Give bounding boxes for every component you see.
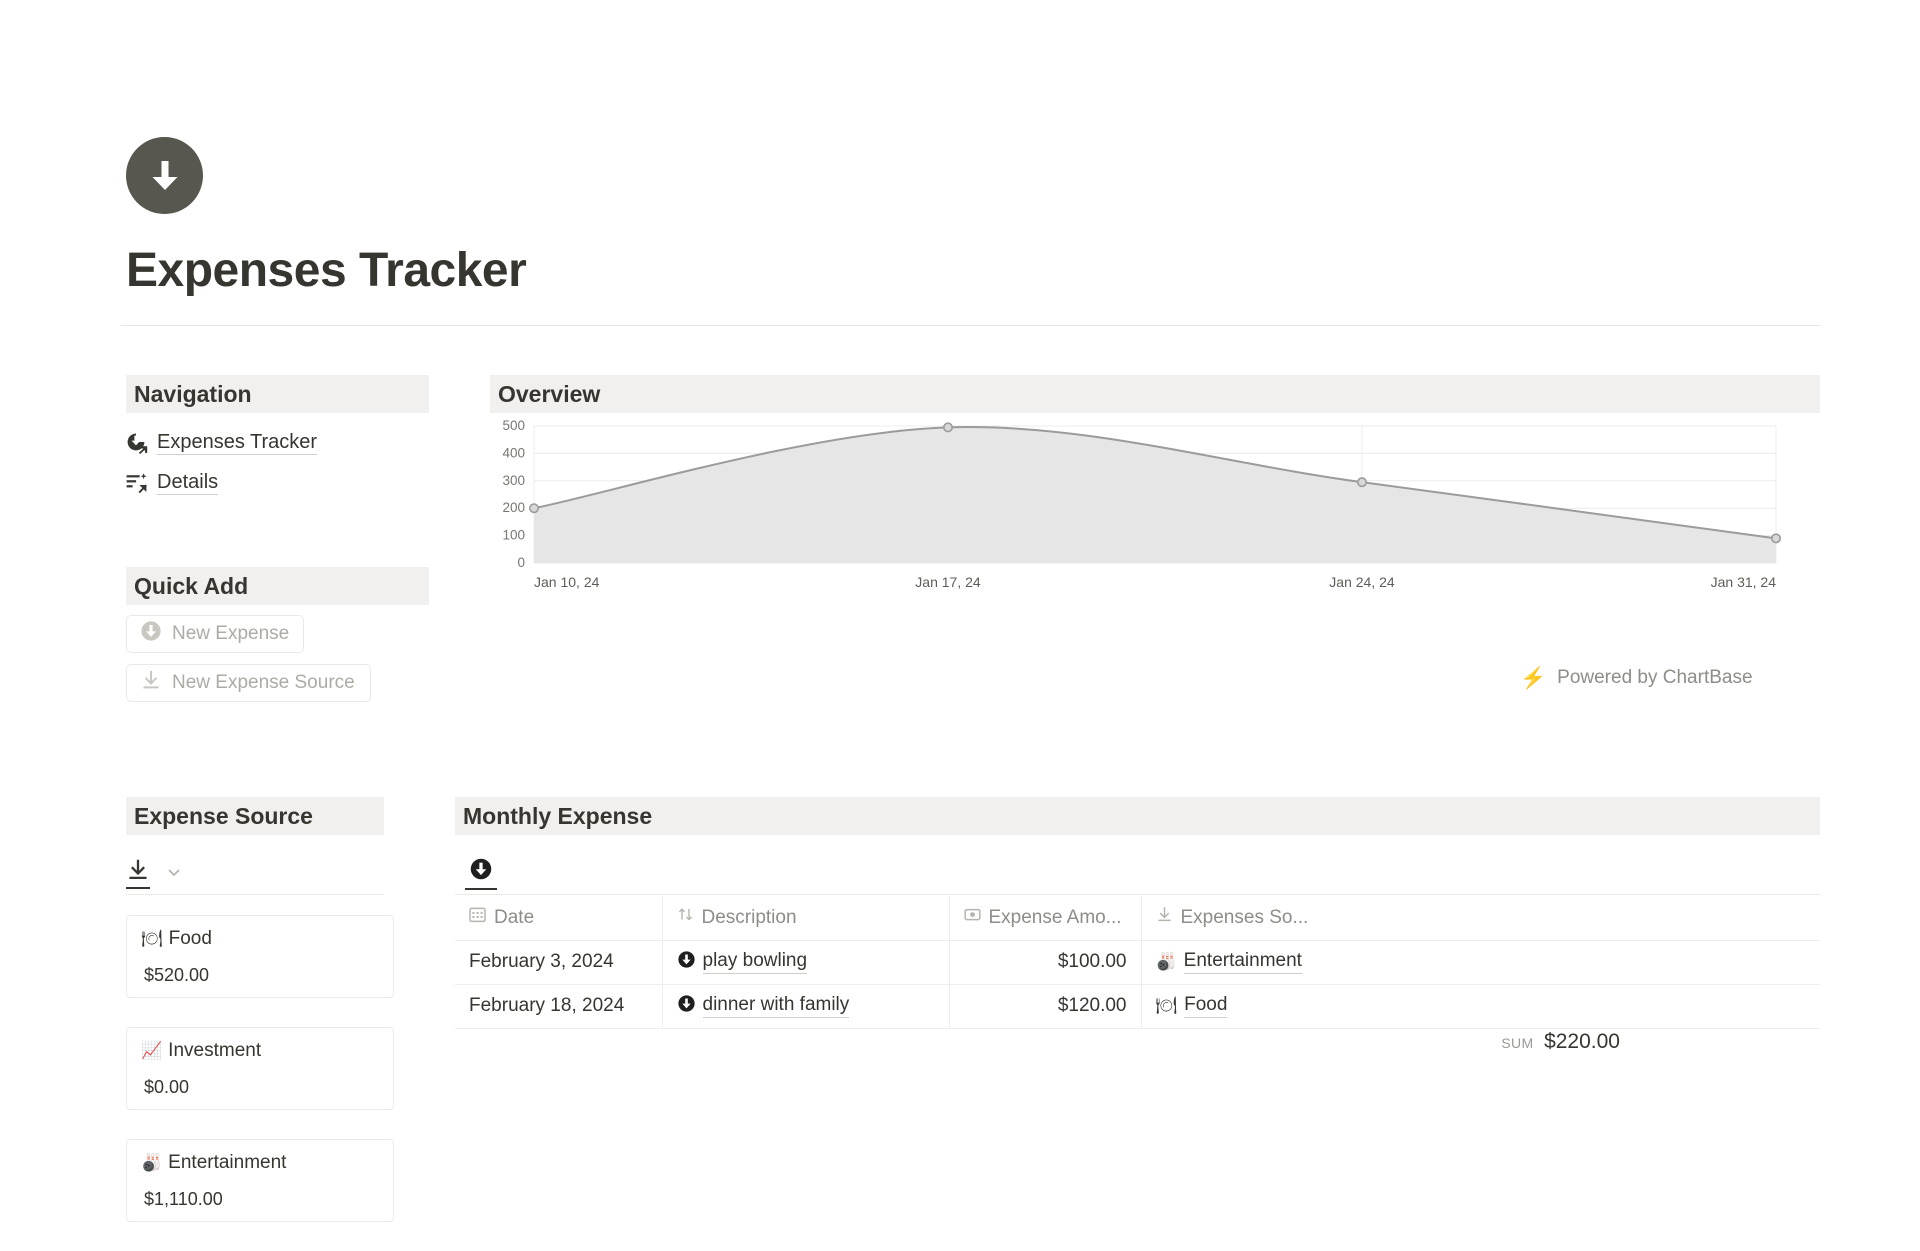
- expense-link-icon: [126, 432, 148, 455]
- monthly-expense-section-header: Monthly Expense: [455, 797, 1820, 835]
- table-header-row: Date Description Expense Amo... Expenses…: [455, 896, 1820, 941]
- table-body: February 3, 2024 play bowling $100.00 🎳 …: [455, 940, 1820, 1029]
- entertainment-emoji-icon: 🎳: [1155, 952, 1177, 972]
- expense-source-section-header: Expense Source: [126, 797, 384, 835]
- calendar-icon: [469, 906, 486, 929]
- expense-source-name: Investment: [168, 1040, 262, 1061]
- svg-text:400: 400: [502, 445, 525, 460]
- column-header-date[interactable]: Date: [455, 896, 662, 941]
- entertainment-emoji-icon: 🎳: [141, 1153, 163, 1174]
- cell-description[interactable]: play bowling: [661, 940, 949, 985]
- monthly-expense-toolbar: [455, 849, 1820, 895]
- page-title: Expenses Tracker: [126, 244, 527, 297]
- quick-add-buttons: New Expense New Expense Source: [126, 615, 371, 713]
- expense-source-name-row: 🍽 Food: [141, 928, 379, 951]
- title-divider: [121, 325, 1821, 326]
- svg-text:200: 200: [502, 500, 525, 515]
- cell-description-label: dinner with family: [702, 994, 850, 1018]
- column-header-label: Expenses So...: [1180, 906, 1309, 928]
- chevron-down-icon[interactable]: [164, 862, 184, 882]
- cell-date: February 18, 2024: [455, 984, 662, 1029]
- svg-text:100: 100: [502, 528, 525, 543]
- cell-expense-amount: $100.00: [948, 940, 1141, 985]
- column-header-description[interactable]: Description: [661, 896, 949, 941]
- expense-source-card[interactable]: 📈 Investment $0.00: [126, 1027, 394, 1110]
- column-header-label: Date: [494, 906, 535, 928]
- circle-down-arrow-icon: [140, 620, 162, 648]
- lightning-bolt-icon: ⚡: [1520, 666, 1547, 690]
- column-header-expenses-source[interactable]: Expenses So...: [1140, 896, 1820, 941]
- cell-expenses-source-label: Food: [1184, 994, 1228, 1018]
- quick-add-section-header: Quick Add: [126, 567, 429, 605]
- sort-icon: [677, 906, 694, 929]
- circle-down-arrow-icon: [126, 137, 203, 214]
- expense-source-card-list: 🍽 Food $520.00 📈 Investment $0.00 🎳 Ente…: [126, 915, 394, 1251]
- cell-description[interactable]: dinner with family: [661, 984, 949, 1029]
- expense-source-card[interactable]: 🍽 Food $520.00: [126, 915, 394, 998]
- svg-text:500: 500: [502, 418, 525, 433]
- money-icon: [963, 906, 981, 929]
- navigation-list: Expenses Tracker Details: [126, 423, 446, 503]
- table-row[interactable]: February 18, 2024 dinner with family $12…: [455, 984, 1820, 1029]
- table-sum-row: SUM $220.00: [455, 1030, 1620, 1054]
- expense-source-card[interactable]: 🎳 Entertainment $1,110.00: [126, 1139, 394, 1222]
- expense-source-toolbar: [126, 849, 384, 895]
- powered-by-chartbase: ⚡ Powered by ChartBase: [1520, 667, 1753, 689]
- column-header-label: Expense Amo...: [988, 906, 1122, 928]
- food-emoji-icon: 🍽: [1155, 996, 1178, 1016]
- svg-text:Jan 10, 24: Jan 10, 24: [534, 574, 600, 590]
- table-header: Date Description Expense Amo... Expenses…: [455, 896, 1820, 941]
- cell-date: February 3, 2024: [455, 940, 662, 985]
- svg-text:300: 300: [502, 473, 525, 488]
- sum-label: SUM: [1501, 1035, 1534, 1051]
- column-header-expense-amount[interactable]: Expense Amo...: [948, 896, 1141, 941]
- new-expense-label: New Expense: [172, 623, 290, 644]
- table-row[interactable]: February 3, 2024 play bowling $100.00 🎳 …: [455, 940, 1820, 985]
- cell-expenses-source[interactable]: 🍽 Food: [1140, 984, 1820, 1029]
- download-icon: [140, 669, 162, 697]
- expense-source-amount: $0.00: [144, 1076, 190, 1097]
- circle-down-arrow-icon: [677, 950, 696, 975]
- expense-source-name-row: 📈 Investment: [141, 1040, 379, 1063]
- new-expense-source-label: New Expense Source: [172, 672, 355, 693]
- new-expense-source-button[interactable]: New Expense Source: [126, 664, 371, 702]
- svg-text:0: 0: [517, 555, 525, 570]
- sidebar-item-label: Expenses Tracker: [157, 431, 318, 455]
- circle-down-arrow-icon: [677, 994, 696, 1019]
- sidebar-item-label: Details: [157, 471, 219, 495]
- svg-text:Jan 17, 24: Jan 17, 24: [915, 574, 981, 590]
- powered-by-label: Powered by ChartBase: [1557, 667, 1753, 688]
- expense-source-tab-download-icon[interactable]: [126, 855, 150, 889]
- cell-description-label: play bowling: [702, 950, 808, 974]
- svg-text:Jan 31, 24: Jan 31, 24: [1711, 574, 1777, 590]
- overview-area-chart: 0 100 200 300 400 500 Jan 10, 24 Jan 17, 24 Jan …: [490, 418, 1820, 603]
- monthly-expense-table: Date Description Expense Amo... Expenses…: [455, 896, 1820, 1029]
- details-link-icon: [126, 472, 148, 494]
- expense-source-name: Entertainment: [168, 1152, 287, 1173]
- overview-section-header: Overview: [490, 375, 1820, 413]
- svg-text:Jan 24, 24: Jan 24, 24: [1329, 574, 1395, 590]
- monthly-expense-tab-circle-down-arrow-icon[interactable]: [465, 853, 497, 890]
- sum-value: $220.00: [1544, 1030, 1620, 1053]
- sidebar-item-details[interactable]: Details: [126, 463, 446, 503]
- page-root: Expenses Tracker Navigation Expenses Tra…: [0, 0, 1920, 1222]
- navigation-section-header: Navigation: [126, 375, 429, 413]
- new-expense-button[interactable]: New Expense: [126, 615, 304, 653]
- expense-source-amount: $520.00: [144, 964, 210, 985]
- column-header-label: Description: [701, 906, 797, 928]
- cell-expenses-source-label: Entertainment: [1183, 950, 1302, 974]
- sidebar-item-expenses-tracker[interactable]: Expenses Tracker: [126, 423, 446, 463]
- investment-emoji-icon: 📈: [141, 1041, 163, 1062]
- food-emoji-icon: 🍽: [141, 929, 163, 950]
- expense-source-amount: $1,110.00: [144, 1188, 223, 1209]
- expense-source-name-row: 🎳 Entertainment: [141, 1152, 379, 1175]
- cell-expenses-source[interactable]: 🎳 Entertainment: [1140, 940, 1820, 985]
- cell-expense-amount: $120.00: [948, 984, 1141, 1029]
- expense-source-name: Food: [168, 928, 212, 949]
- download-icon: [1156, 906, 1173, 929]
